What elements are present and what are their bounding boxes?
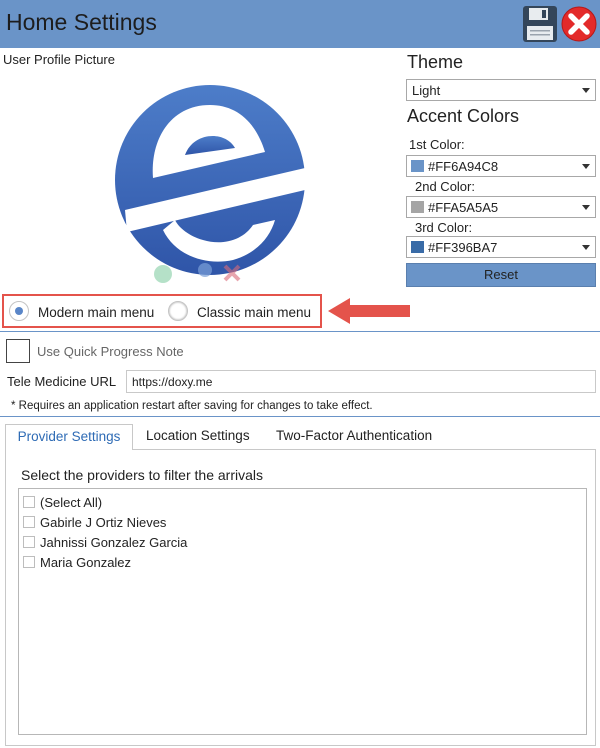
restart-note: * Requires an application restart after … (11, 400, 373, 412)
chevron-down-icon (582, 245, 590, 250)
modern-menu-radio[interactable] (9, 301, 29, 321)
providers-heading: Select the providers to filter the arriv… (21, 467, 263, 483)
color-2-value: #FFA5A5A5 (428, 200, 499, 215)
chevron-down-icon (582, 88, 590, 93)
theme-selected-value: Light (412, 83, 441, 98)
color-1-dropdown[interactable]: #FF6A94C8 (406, 155, 596, 177)
reset-button[interactable]: Reset (406, 263, 596, 287)
tab-two-factor-authentication[interactable]: Two-Factor Authentication (276, 424, 432, 450)
select-all-checkbox[interactable] (23, 496, 35, 508)
color-1-swatch (411, 160, 424, 172)
quick-progress-label: Use Quick Progress Note (37, 344, 184, 359)
color-1-value: #FF6A94C8 (428, 159, 499, 174)
tele-medicine-url-input[interactable] (126, 370, 596, 393)
color-3-swatch (411, 241, 424, 253)
theme-dropdown[interactable]: Light (406, 79, 596, 101)
profile-picture-label: User Profile Picture (3, 52, 115, 67)
classic-menu-radio[interactable] (168, 301, 188, 321)
color-2-swatch (411, 201, 424, 213)
quick-progress-checkbox[interactable] (6, 339, 30, 363)
pointer-arrow-icon (328, 298, 410, 324)
theme-heading: Theme (407, 52, 464, 72)
modern-menu-label[interactable]: Modern main menu (38, 305, 154, 320)
color-3-dropdown[interactable]: #FF396BA7 (406, 236, 596, 258)
tab-location-settings[interactable]: Location Settings (146, 424, 250, 450)
accent-colors-heading: Accent Colors (407, 106, 520, 126)
list-item[interactable]: (Select All) (40, 495, 102, 510)
list-item[interactable]: Jahnissi Gonzalez Garcia (40, 535, 187, 550)
close-icon[interactable] (561, 6, 597, 42)
color-3-label: 3rd Color: (415, 220, 473, 235)
color-3-value: #FF396BA7 (428, 240, 498, 255)
chevron-down-icon (582, 205, 590, 210)
color-2-dropdown[interactable]: #FFA5A5A5 (406, 196, 596, 218)
color-1-label: 1st Color: (409, 137, 465, 152)
color-2-label: 2nd Color: (415, 179, 475, 194)
window-title: Home Settings (6, 9, 157, 35)
list-item[interactable]: Maria Gonzalez (40, 555, 131, 570)
divider-line (0, 416, 600, 417)
tele-medicine-label: Tele Medicine URL (7, 374, 117, 389)
classic-menu-label[interactable]: Classic main menu (197, 305, 311, 320)
tab-provider-settings[interactable]: Provider Settings (5, 424, 133, 450)
profile-picture-logo[interactable] (115, 70, 305, 290)
chevron-down-icon (582, 164, 590, 169)
provider-checkbox[interactable] (23, 556, 35, 568)
floppy-save-icon[interactable] (522, 5, 558, 43)
list-item[interactable]: Gabirle J Ortiz Nieves (40, 515, 166, 530)
provider-checkbox[interactable] (23, 516, 35, 528)
title-bar: Home Settings (0, 0, 600, 48)
provider-checkbox[interactable] (23, 536, 35, 548)
divider-line (0, 331, 600, 332)
